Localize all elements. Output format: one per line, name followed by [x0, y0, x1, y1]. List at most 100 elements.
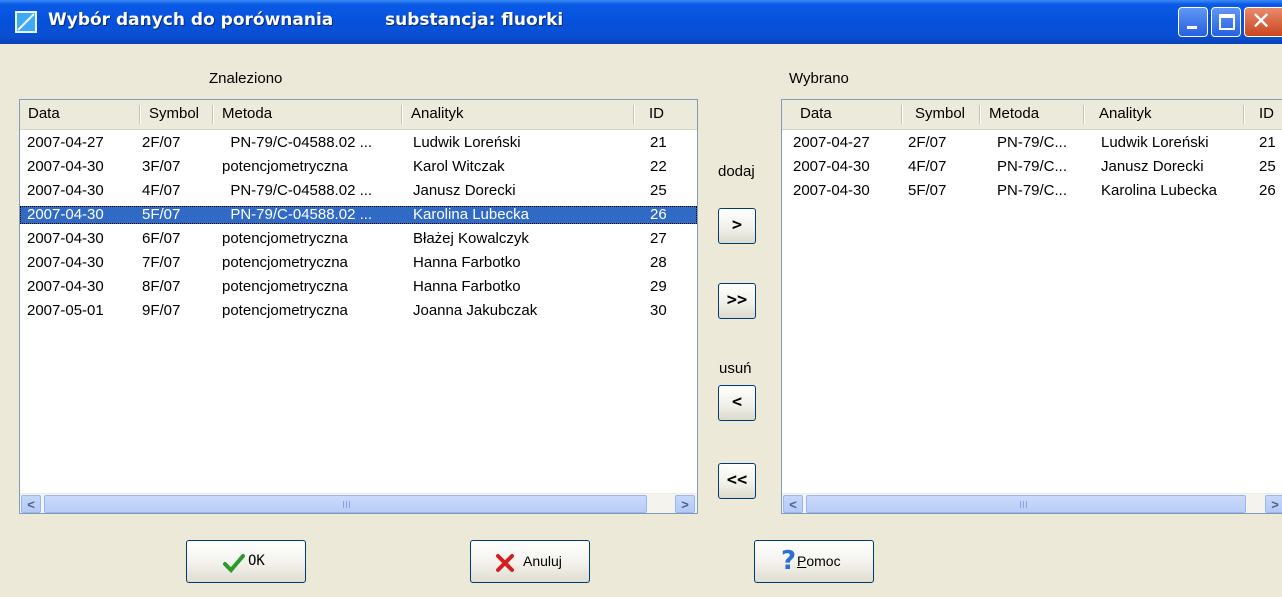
help-label: Pomoc [797, 553, 841, 569]
checkmark-icon [223, 554, 245, 573]
cell-metoda: potencjometryczna [222, 158, 348, 175]
cell-data: 2007-05-01 [27, 302, 104, 319]
cell-data: 2007-04-30 [27, 230, 104, 247]
col-header-label: Data [28, 105, 60, 122]
remove-label: usuń [719, 360, 752, 377]
scroll-left-button[interactable]: < [783, 495, 803, 513]
cell-data: 2007-04-27 [27, 134, 104, 151]
cell-id: 21 [1259, 134, 1276, 151]
col-header-analityk[interactable]: Analityk [1085, 100, 1245, 128]
help-button[interactable]: ? Pomoc [754, 540, 874, 583]
table-row[interactable]: 2007-04-30 8F/07 potencjometryczna Hanna Fa… [20, 278, 697, 296]
col-header-label: Symbol [915, 105, 966, 122]
window-title: Wybór danych do porównania [48, 10, 334, 30]
cancel-x-icon [496, 554, 514, 572]
close-button[interactable]: ✕ [1244, 7, 1282, 37]
cell-id: 26 [650, 206, 667, 223]
found-list-header: Data Symbol Metoda Analityk ID [20, 100, 697, 130]
minimize-button[interactable] [1178, 7, 1208, 37]
cell-analityk: Karolina Lubecka [1101, 182, 1217, 199]
col-header-symbol[interactable]: Symbol [141, 100, 214, 128]
col-header-data[interactable]: Data [20, 100, 141, 128]
cell-analityk: Joanna Jakubczak [413, 302, 538, 319]
col-header-label: ID [1259, 105, 1274, 122]
cell-metoda: PN-79/C-04588.02 ... [222, 134, 373, 151]
col-header-id[interactable]: ID [635, 100, 697, 128]
table-row[interactable]: 2007-04-27 2F/07 PN-79/C... Ludwik Loreński… [782, 134, 1282, 152]
table-row[interactable]: 2007-05-01 9F/07 potencjometryczna Joanna J… [20, 302, 697, 320]
col-header-label: Analityk [1099, 105, 1152, 122]
cell-analityk: Janusz Dorecki [413, 182, 516, 199]
cell-metoda: potencjometryczna [222, 302, 348, 319]
col-header-data[interactable]: Data [782, 100, 903, 128]
table-row[interactable]: 2007-04-30 4F/07 PN-79/C... Janusz Dorecki 2… [782, 158, 1282, 176]
table-row[interactable]: 2007-04-30 5F/07 PN-79/C... Karolina Lubeck… [782, 182, 1282, 200]
col-header-id[interactable]: ID [1245, 100, 1282, 128]
add-all-button[interactable]: >> [718, 283, 756, 319]
col-header-label: Symbol [149, 105, 200, 122]
ok-button[interactable]: OK [186, 540, 306, 583]
cell-metoda: potencjometryczna [222, 254, 348, 271]
cell-metoda: potencjometryczna [222, 230, 348, 247]
selected-list-hscrollbar[interactable]: < > [782, 493, 1282, 513]
cell-data: 2007-04-30 [27, 278, 104, 295]
col-header-analityk[interactable]: Analityk [403, 100, 635, 128]
maximize-button[interactable] [1211, 7, 1241, 37]
title-bar[interactable]: Wybór danych do porównania substancja: f… [0, 0, 1282, 44]
cell-symbol: 9F/07 [142, 302, 181, 319]
cell-data: 2007-04-27 [793, 134, 870, 151]
cell-id: 30 [650, 302, 667, 319]
cell-id: 25 [650, 182, 667, 199]
help-question-icon: ? [781, 546, 797, 576]
close-icon: ✕ [1251, 8, 1272, 35]
maximize-icon [1219, 14, 1235, 30]
table-row[interactable]: 2007-04-30 4F/07 PN-79/C-04588.02 ... Janu… [20, 182, 697, 200]
scroll-thumb[interactable] [806, 495, 1246, 513]
selected-list[interactable]: Data Symbol Metoda Analityk ID 2007-04-2… [781, 99, 1282, 514]
cell-data: 2007-04-30 [793, 158, 870, 175]
cell-id: 27 [650, 230, 667, 247]
cell-symbol: 6F/07 [142, 230, 181, 247]
remove-all-button[interactable]: << [718, 463, 756, 499]
cell-analityk: Ludwik Loreński [413, 134, 521, 151]
col-header-symbol[interactable]: Symbol [903, 100, 981, 128]
table-row[interactable]: 2007-04-30 6F/07 potencjometryczna Błażej K… [20, 230, 697, 248]
col-header-metoda[interactable]: Metoda [981, 100, 1085, 128]
help-mnemonic: P [797, 553, 807, 569]
scroll-right-button[interactable]: > [1265, 495, 1282, 513]
cell-analityk: Karolina Lubecka [413, 206, 529, 223]
cell-symbol: 4F/07 [142, 182, 181, 199]
cell-id: 25 [1259, 158, 1276, 175]
cell-data: 2007-04-30 [27, 158, 104, 175]
cell-metoda: PN-79/C-04588.02 ... [222, 206, 373, 223]
cell-id: 29 [650, 278, 667, 295]
found-label: Znaleziono [209, 70, 283, 87]
scroll-thumb[interactable] [44, 495, 647, 513]
cell-data: 2007-04-30 [27, 254, 104, 271]
table-row[interactable]: 2007-04-27 2F/07 PN-79/C-04588.02 ... Ludw… [20, 134, 697, 152]
cell-analityk: Janusz Dorecki [1101, 158, 1204, 175]
cancel-label: Anuluj [523, 553, 562, 569]
table-row[interactable]: 2007-04-30 3F/07 potencjometryczna Karol Wi… [20, 158, 697, 176]
table-row[interactable]: 2007-04-30 7F/07 potencjometryczna Hanna Fa… [20, 254, 697, 272]
col-header-label: Metoda [989, 105, 1040, 122]
col-header-label: Metoda [222, 105, 273, 122]
col-header-label: Analityk [411, 105, 464, 122]
cancel-button[interactable]: Anuluj [470, 540, 590, 583]
scroll-left-button[interactable]: < [21, 495, 41, 513]
cell-data: 2007-04-30 [27, 206, 104, 223]
cell-id: 22 [650, 158, 667, 175]
cell-analityk: Ludwik Loreński [1101, 134, 1209, 151]
scroll-right-button[interactable]: > [675, 495, 695, 513]
remove-selected-button[interactable]: < [718, 385, 756, 421]
found-list[interactable]: Data Symbol Metoda Analityk ID 2007-04-2… [19, 99, 698, 514]
cell-symbol: 8F/07 [142, 278, 181, 295]
cell-data: 2007-04-30 [793, 182, 870, 199]
add-selected-button[interactable]: > [718, 208, 756, 244]
table-row[interactable]: 2007-04-30 5F/07 PN-79/C-04588.02 ... Karo… [20, 206, 697, 224]
cell-id: 21 [650, 134, 667, 151]
found-list-hscrollbar[interactable]: < > [20, 493, 697, 513]
cell-id: 26 [1259, 182, 1276, 199]
col-header-label: ID [649, 105, 664, 122]
col-header-metoda[interactable]: Metoda [214, 100, 403, 128]
